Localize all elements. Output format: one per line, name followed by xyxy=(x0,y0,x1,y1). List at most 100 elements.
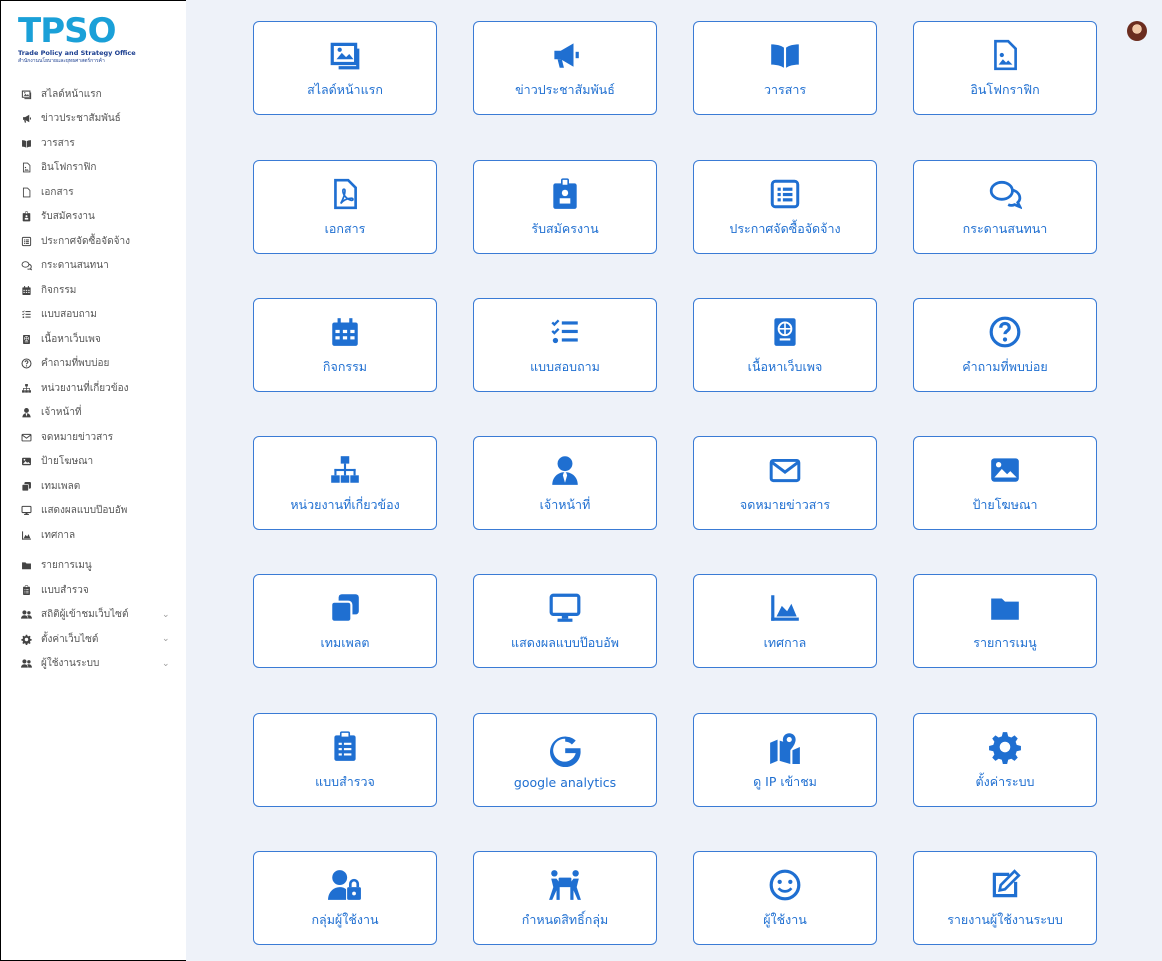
user-tie-icon xyxy=(19,406,33,420)
people-carry-icon xyxy=(546,866,584,904)
tile-folder[interactable]: รายการเมนู xyxy=(913,574,1097,668)
tile-tasks[interactable]: แบบสอบถาม xyxy=(473,298,657,392)
tpso-logo[interactable]: TPSO Trade Policy and Strategy Office สำ… xyxy=(18,14,148,74)
sidebar-item-chart-area[interactable]: เทศกาล xyxy=(6,523,186,548)
folder-icon xyxy=(19,559,33,573)
sidebar-item-label: ป้ายโฆษณา xyxy=(41,456,94,468)
sidebar-item-photo[interactable]: ป้ายโฆษณา xyxy=(6,450,186,475)
clipboard-icon xyxy=(19,583,33,597)
sidebar-item-megaphone[interactable]: ข่าวประชาสัมพันธ์ xyxy=(6,107,186,132)
tile-sitemap[interactable]: หน่วยงานที่เกี่ยวข้อง xyxy=(253,436,437,530)
tile-label: หน่วยงานที่เกี่ยวข้อง xyxy=(290,497,400,512)
tile-question[interactable]: คำถามที่พบบ่อย xyxy=(913,298,1097,392)
tile-calendar[interactable]: กิจกรรม xyxy=(253,298,437,392)
tile-file-image[interactable]: อินโฟกราฟิก xyxy=(913,21,1097,115)
tile-label: ประกาศจัดซื้อจัดจ้าง xyxy=(729,221,841,236)
tile-label: ข่าวประชาสัมพันธ์ xyxy=(515,82,615,97)
file-icon xyxy=(19,185,33,199)
sidebar-item-tasks[interactable]: แบบสอบถาม xyxy=(6,303,186,328)
tile-id-badge[interactable]: รับสมัครงาน xyxy=(473,160,657,254)
tile-google[interactable]: google analytics xyxy=(473,713,657,807)
tile-label: เอกสาร xyxy=(324,221,366,236)
sidebar-item-label: ตั้งค่าเว็บไซต์ xyxy=(41,633,99,645)
map-marked-icon xyxy=(766,728,804,766)
sidebar-item-label: เจ้าหน้าที่ xyxy=(41,407,82,419)
tile-list[interactable]: ประกาศจัดซื้อจัดจ้าง xyxy=(693,160,877,254)
tile-book[interactable]: วารสาร xyxy=(693,21,877,115)
sidebar-item-question[interactable]: คำถามที่พบบ่อย xyxy=(6,352,186,377)
sidebar-item-desktop[interactable]: แสดงผลแบบป๊อบอัพ xyxy=(6,499,186,524)
sidebar-item-label: เทศกาล xyxy=(41,529,76,541)
tile-label: แบบสอบถาม xyxy=(530,359,600,374)
desktop-icon xyxy=(546,589,584,627)
tile-label: กลุ่มผู้ใช้งาน xyxy=(311,912,379,927)
sidebar-item-list[interactable]: ประกาศจัดซื้อจัดจ้าง xyxy=(6,229,186,254)
sidebar-item-image[interactable]: สไลด์หน้าแรก xyxy=(6,82,186,107)
calendar-icon xyxy=(326,313,364,351)
sidebar-item-label: คำถามที่พบบ่อย xyxy=(41,358,110,370)
comments-icon xyxy=(19,259,33,273)
tile-user-lock[interactable]: กลุ่มผู้ใช้งาน xyxy=(253,851,437,945)
sidebar-item-passport[interactable]: เนื้อหาเว็บเพจ xyxy=(6,327,186,352)
file-image-icon xyxy=(19,161,33,175)
comments-icon xyxy=(986,175,1024,213)
tile-label: รับสมัครงาน xyxy=(531,221,599,236)
sidebar-item-label: แสดงผลแบบป๊อบอัพ xyxy=(41,505,128,517)
tasks-icon xyxy=(19,308,33,322)
sidebar-item-label: กระดานสนทนา xyxy=(41,260,109,272)
sidebar-item-file-image[interactable]: อินโฟกราฟิก xyxy=(6,156,186,181)
tile-megaphone[interactable]: ข่าวประชาสัมพันธ์ xyxy=(473,21,657,115)
tile-label: รายการเมนู xyxy=(973,635,1037,650)
sidebar-item-sitemap[interactable]: หน่วยงานที่เกี่ยวข้อง xyxy=(6,376,186,401)
tile-label: แสดงผลแบบป๊อบอัพ xyxy=(511,635,619,650)
sidebar-item-folder[interactable]: รายการเมนู xyxy=(6,554,186,579)
tile-clone[interactable]: เทมเพลต xyxy=(253,574,437,668)
sidebar-item-users[interactable]: ผู้ใช้งานระบบ ⌄ xyxy=(6,652,186,677)
sitemap-icon xyxy=(19,381,33,395)
image-icon xyxy=(326,36,364,74)
chart-area-icon xyxy=(19,528,33,542)
chevron-down-icon: ⌄ xyxy=(162,658,170,669)
main-content: สไลด์หน้าแรก ข่าวประชาสัมพันธ์ วารสาร อินโฟ… xyxy=(186,0,1162,961)
sidebar-item-calendar[interactable]: กิจกรรม xyxy=(6,278,186,303)
tile-user-tie[interactable]: เจ้าหน้าที่ xyxy=(473,436,657,530)
tile-comments[interactable]: กระดานสนทนา xyxy=(913,160,1097,254)
sidebar-item-user-tie[interactable]: เจ้าหน้าที่ xyxy=(6,401,186,426)
sidebar-item-envelope[interactable]: จดหมายข่าวสาร xyxy=(6,425,186,450)
sidebar-item-comments[interactable]: กระดานสนทนา xyxy=(6,254,186,279)
tile-passport[interactable]: เนื้อหาเว็บเพจ xyxy=(693,298,877,392)
sidebar-item-label: ข่าวประชาสัมพันธ์ xyxy=(41,113,121,125)
sidebar-item-cog[interactable]: ตั้งค่าเว็บไซต์ ⌄ xyxy=(6,627,186,652)
avatar[interactable] xyxy=(1127,21,1147,41)
tile-clipboard[interactable]: แบบสำรวจ xyxy=(253,713,437,807)
sidebar-item-label: เนื้อหาเว็บเพจ xyxy=(41,333,101,345)
tile-edit[interactable]: รายงานผู้ใช้งานระบบ xyxy=(913,851,1097,945)
clipboard-icon xyxy=(326,728,364,766)
tile-chart-area[interactable]: เทศกาล xyxy=(693,574,877,668)
sidebar-item-file[interactable]: เอกสาร xyxy=(6,180,186,205)
tile-cog[interactable]: ตั้งค่าระบบ xyxy=(913,713,1097,807)
tile-label: วารสาร xyxy=(763,82,807,97)
tile-photo[interactable]: ป้ายโฆษณา xyxy=(913,436,1097,530)
tile-file-pdf[interactable]: เอกสาร xyxy=(253,160,437,254)
tile-image[interactable]: สไลด์หน้าแรก xyxy=(253,21,437,115)
sidebar-item-label: วารสาร xyxy=(41,137,75,149)
sidebar-item-id-badge[interactable]: รับสมัครงาน xyxy=(6,205,186,230)
sidebar-item-users[interactable]: สถิติผู้เข้าชมเว็บไซต์ ⌄ xyxy=(6,603,186,628)
sidebar-item-clone[interactable]: เทมเพลต xyxy=(6,474,186,499)
sidebar-item-label: อินโฟกราฟิก xyxy=(41,162,97,174)
tile-desktop[interactable]: แสดงผลแบบป๊อบอัพ xyxy=(473,574,657,668)
tile-label: สไลด์หน้าแรก xyxy=(307,82,383,97)
tile-people-carry[interactable]: กำหนดสิทธิ์กลุ่ม xyxy=(473,851,657,945)
tile-label: กระดานสนทนา xyxy=(962,221,1048,236)
tile-smile[interactable]: ผู้ใช้งาน xyxy=(693,851,877,945)
sidebar-item-label: กิจกรรม xyxy=(41,284,77,296)
photo-icon xyxy=(986,451,1024,489)
sidebar-item-clipboard[interactable]: แบบสำรวจ xyxy=(6,578,186,603)
tile-envelope[interactable]: จดหมายข่าวสาร xyxy=(693,436,877,530)
tile-label: ดู IP เข้าชม xyxy=(753,774,817,789)
sidebar-item-book[interactable]: วารสาร xyxy=(6,131,186,156)
tile-map-marked[interactable]: ดู IP เข้าชม xyxy=(693,713,877,807)
clone-icon xyxy=(19,479,33,493)
chevron-down-icon: ⌄ xyxy=(162,634,170,645)
